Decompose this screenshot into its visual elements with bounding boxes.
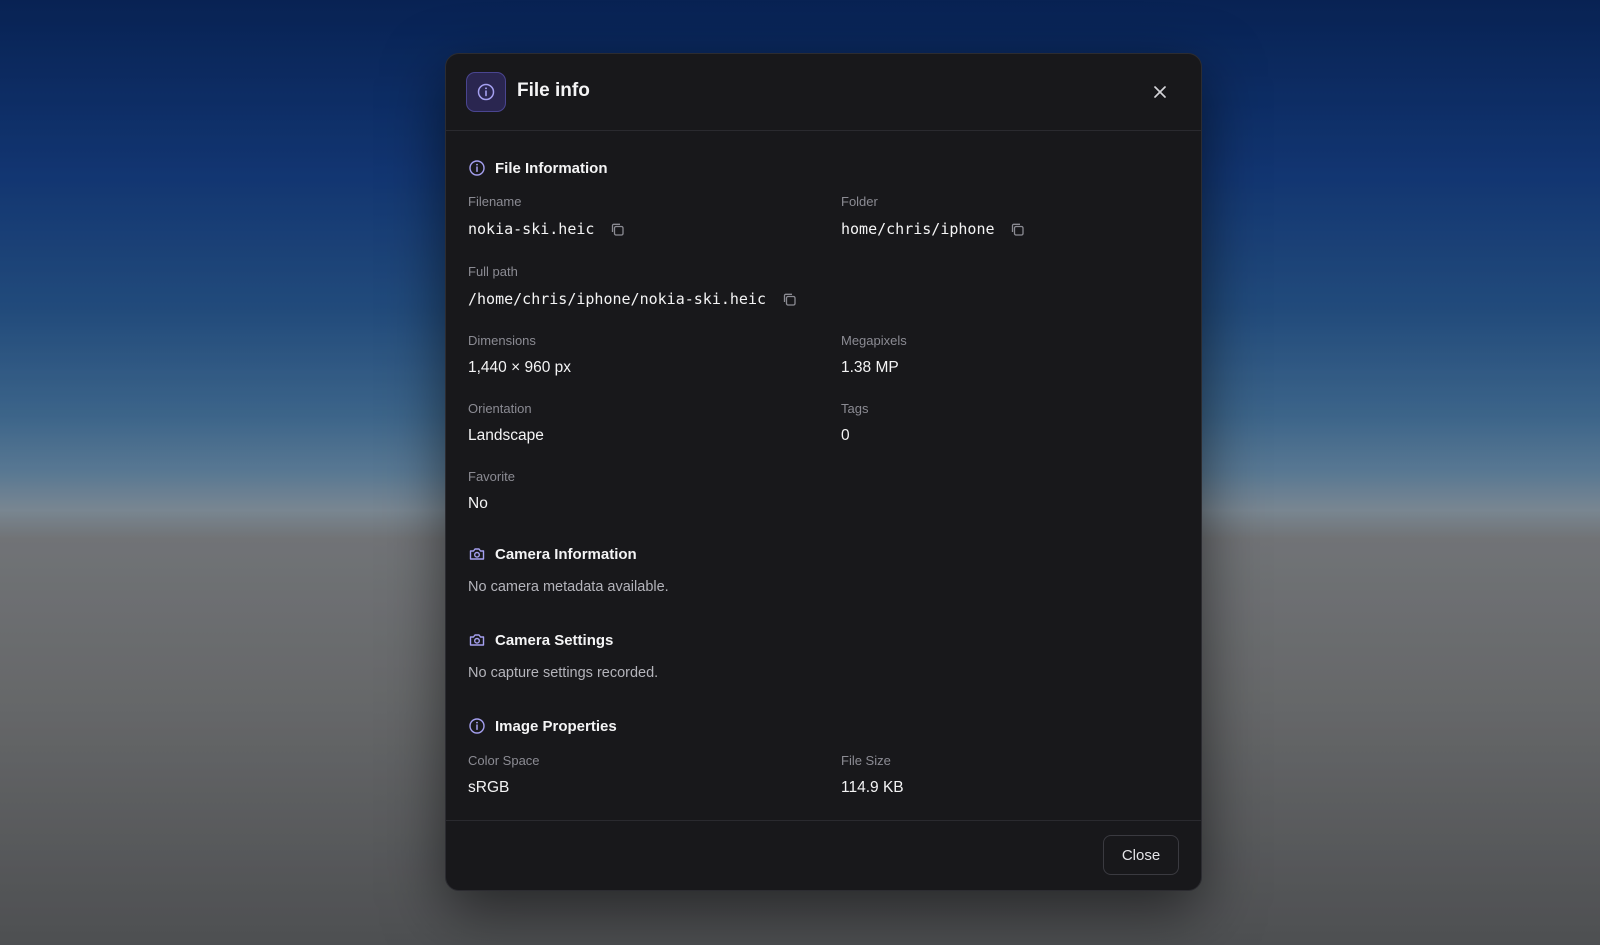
copy-full-path-button[interactable] <box>779 289 799 309</box>
dialog-title: File info <box>517 80 590 101</box>
header-info-badge <box>466 72 506 112</box>
camera-info-empty-text: No camera metadata available. <box>468 579 669 595</box>
favorite-value: No <box>468 495 488 512</box>
camera-icon <box>468 545 486 563</box>
orientation-value: Landscape <box>468 427 544 444</box>
section-title: Camera Information <box>495 545 637 563</box>
folder-value: home/chris/iphone <box>841 220 995 238</box>
dialog-footer: Close <box>446 820 1201 890</box>
tags-value: 0 <box>841 427 850 444</box>
camera-icon <box>468 631 486 649</box>
full-path-value: /home/chris/iphone/nokia-ski.heic <box>468 290 767 308</box>
section-file-information: File Information <box>468 157 608 179</box>
field-label: Orientation <box>468 401 532 416</box>
field-label: Megapixels <box>841 333 907 348</box>
field-value: home/chris/iphone <box>841 218 1028 240</box>
info-icon <box>477 83 495 101</box>
copy-folder-button[interactable] <box>1008 219 1028 239</box>
file-info-dialog: File info File Information Filename noki… <box>445 53 1202 891</box>
field-file-size: File Size 114.9 KB <box>841 752 904 799</box>
close-icon <box>1154 86 1166 98</box>
dialog-header: File info <box>446 54 1201 131</box>
field-dimensions: Dimensions 1,440 × 960 px <box>468 332 571 379</box>
field-label: Color Space <box>468 753 540 768</box>
field-label: Folder <box>841 194 878 209</box>
camera-settings-empty-text: No capture settings recorded. <box>468 665 659 681</box>
copy-filename-button[interactable] <box>607 219 627 239</box>
field-label: Filename <box>468 194 522 209</box>
copy-icon <box>1011 223 1024 236</box>
field-full-path: Full path /home/chris/iphone/nokia-ski.h… <box>468 263 799 310</box>
file-size-value: 114.9 KB <box>841 779 904 796</box>
field-value: /home/chris/iphone/nokia-ski.heic <box>468 288 799 310</box>
section-image-properties: Image Properties <box>468 715 617 737</box>
section-title: Camera Settings <box>495 631 614 649</box>
section-camera-information: Camera Information <box>468 543 637 565</box>
field-label: File Size <box>841 753 891 768</box>
field-filename: Filename nokia-ski.heic <box>468 193 627 240</box>
field-label: Favorite <box>468 469 515 484</box>
section-camera-settings: Camera Settings <box>468 629 613 651</box>
color-space-value: sRGB <box>468 779 510 796</box>
filename-value: nokia-ski.heic <box>468 220 595 238</box>
section-title: File Information <box>495 159 608 177</box>
field-label: Full path <box>468 264 518 279</box>
field-color-space: Color Space sRGB <box>468 752 540 799</box>
field-favorite: Favorite No <box>468 468 515 515</box>
info-icon <box>468 717 486 735</box>
info-icon <box>468 159 486 177</box>
field-label: Dimensions <box>468 333 536 348</box>
field-megapixels: Megapixels 1.38 MP <box>841 332 907 379</box>
megapixels-value: 1.38 MP <box>841 359 899 376</box>
field-orientation: Orientation Landscape <box>468 400 544 447</box>
copy-icon <box>783 293 796 306</box>
field-value: nokia-ski.heic <box>468 218 627 240</box>
field-label: Tags <box>841 401 869 416</box>
dimensions-value: 1,440 × 960 px <box>468 359 571 376</box>
close-button[interactable]: Close <box>1103 835 1179 875</box>
close-dialog-button[interactable] <box>1146 78 1174 106</box>
copy-icon <box>611 223 624 236</box>
field-tags: Tags 0 <box>841 400 868 447</box>
field-folder: Folder home/chris/iphone <box>841 193 1028 240</box>
section-title: Image Properties <box>495 717 617 735</box>
